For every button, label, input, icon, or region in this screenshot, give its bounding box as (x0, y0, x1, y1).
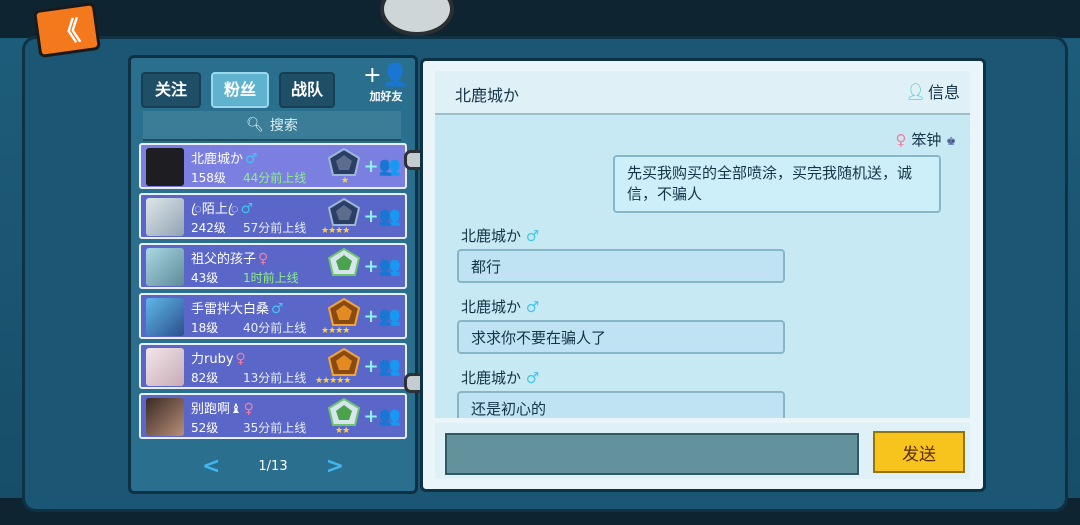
tab-team[interactable]: 战队 (279, 72, 335, 108)
back-button[interactable]: 《 (32, 1, 102, 59)
friend-level: 18级 (191, 321, 219, 335)
rank-badge-icon (327, 398, 361, 426)
rank-badge-icon (327, 298, 361, 326)
add-user-icon[interactable]: +👥 (364, 256, 402, 277)
chat-title: 北鹿城か (455, 86, 520, 105)
chat-header: 北鹿城か 👤︎ 信息 (435, 71, 970, 115)
message-input[interactable] (445, 433, 859, 475)
back-chevron-icon: 《 (52, 15, 83, 50)
chat-message-bubble: 先买我购买的全部喷涂，买完我随机送，诚信，不骗人 (613, 155, 941, 213)
search-input[interactable]: 🔍︎ 搜索 (143, 111, 401, 141)
sender-name: 北鹿城か (461, 227, 522, 245)
chat-input-bar: 发送 (435, 423, 970, 479)
add-user-icon[interactable]: +👥 (364, 156, 402, 177)
message-sender: 北鹿城か ♂ (461, 296, 539, 317)
sender-name: 北鹿城か (461, 369, 522, 387)
friend-name: ꦿ陌上ꦿ (191, 202, 239, 217)
friend-level: 52级 (191, 421, 219, 435)
male-icon: ♂ (525, 369, 540, 387)
sender-name: 北鹿城か (461, 298, 522, 316)
friend-online-status: 35分前上线 (243, 421, 307, 435)
rank-badge-icon (327, 248, 361, 276)
tab-follow[interactable]: 关注 (141, 72, 201, 108)
chat-message-bubble: 都行 (457, 249, 785, 283)
prev-page-arrow-icon[interactable]: < (202, 454, 220, 479)
rank-badge-icon (327, 148, 361, 176)
male-icon: ♂ (240, 201, 254, 217)
friend-online-status: 40分前上线 (243, 321, 307, 335)
rank-badge-icon (327, 348, 361, 376)
avatar (146, 248, 184, 286)
friend-item[interactable]: 力ruby ♀ 82级 13分前上线 ★★★★★ +👥 (139, 343, 407, 389)
friend-item[interactable]: 祖父的孩子 ♀ 43级 1时前上线 +👥 (139, 243, 407, 289)
friend-online-status: 1时前上线 (243, 271, 299, 285)
search-icon: 🔍︎ (246, 117, 264, 133)
friend-level: 82级 (191, 371, 219, 385)
friend-item[interactable]: 手雷拌大白桑 ♂ 18级 40分前上线 ★★★★ +👥 (139, 293, 407, 339)
send-button[interactable]: 发送 (873, 431, 965, 473)
friend-name: 手雷拌大白桑 (191, 302, 270, 317)
rank-stars: ★ (341, 176, 349, 186)
male-icon: ♂ (525, 298, 540, 316)
add-user-icon: +👤 (363, 63, 409, 88)
chat-panel: 北鹿城か 👤︎ 信息 ♀ 笨钟 ♚ 先买我购买的全部喷涂，买完我随机送，诚信，不… (420, 58, 986, 492)
rank-stars: ★★★★★ (315, 376, 351, 386)
sender-name: 笨钟 (911, 131, 942, 149)
add-user-icon[interactable]: +👥 (364, 406, 402, 427)
rank-stars: ★★ (335, 426, 350, 436)
male-icon: ♂ (271, 301, 284, 317)
female-icon: ♀ (258, 251, 269, 267)
avatar (146, 198, 184, 236)
friend-name: 力ruby (191, 352, 234, 367)
male-icon: ♂ (525, 227, 540, 245)
add-user-icon[interactable]: +👥 (364, 306, 402, 327)
friend-item[interactable]: ꦿ陌上ꦿ ♂ 242级 57分前上线 ★★★★ +👥 (139, 193, 407, 239)
search-placeholder: 搜索 (269, 118, 298, 134)
friend-item[interactable]: 别跑啊♝ ♀ 52级 35分前上线 ★★ +👥 (139, 393, 407, 439)
friend-online-status: 57分前上线 (243, 221, 307, 235)
friend-level: 43级 (191, 271, 219, 285)
page-indicator: 1/13 (258, 458, 288, 474)
chat-message-bubble: 还是初心的 (457, 391, 785, 418)
top-bar (0, 0, 1080, 38)
chat-history[interactable]: ♀ 笨钟 ♚ 先买我购买的全部喷涂，买完我随机送，诚信，不骗人 北鹿城か ♂ 都… (435, 115, 970, 418)
avatar (146, 348, 184, 386)
friend-online-status: 44分前上线 (243, 171, 307, 185)
add-friend-label: 加好友 (369, 90, 403, 103)
message-sender: ♀ 笨钟 ♚ (896, 129, 956, 150)
female-icon: ♀ (895, 131, 907, 149)
female-icon: ♀ (243, 401, 254, 417)
add-friend-button[interactable]: +👤 加好友 (363, 64, 409, 110)
add-user-icon[interactable]: +👥 (364, 356, 402, 377)
message-sender: 北鹿城か ♂ (461, 367, 539, 388)
friend-name: 祖父的孩子 (191, 252, 257, 267)
pagination: < 1/13 > (131, 444, 415, 488)
info-button[interactable]: 👤︎ 信息 (906, 79, 960, 103)
rank-stars: ★★★★ (321, 326, 350, 336)
crown-icon: ♚ (946, 135, 956, 148)
avatar (146, 398, 184, 436)
female-icon: ♀ (235, 351, 246, 367)
add-user-icon[interactable]: +👥 (364, 206, 402, 227)
tab-fans[interactable]: 粉丝 (211, 72, 269, 108)
user-info-icon: 👤︎ (905, 81, 926, 101)
rank-badge-icon (327, 198, 361, 226)
friend-name: 北鹿城か (191, 152, 244, 167)
message-sender: 北鹿城か ♂ (461, 225, 539, 246)
friend-item[interactable]: 北鹿城か ♂ 158级 44分前上线 ★ +👥 (139, 143, 407, 189)
friend-level: 158级 (191, 171, 226, 185)
friend-list: 北鹿城か ♂ 158级 44分前上线 ★ +👥 ꦿ陌上ꦿ ♂ 242级 57分前上线… (139, 143, 407, 443)
next-page-arrow-icon[interactable]: > (326, 454, 344, 479)
friend-level: 242级 (191, 221, 226, 235)
friend-name: 别跑啊♝ (191, 402, 242, 417)
male-icon: ♂ (245, 151, 258, 167)
rank-stars: ★★★★ (321, 226, 350, 236)
avatar (146, 148, 184, 186)
avatar (146, 298, 184, 336)
friends-panel: 关注 粉丝 战队 +👤 加好友 🔍︎ 搜索 北鹿城か ♂ 158级 44分前上线 … (128, 55, 418, 494)
chat-message-bubble: 求求你不要在骗人了 (457, 320, 785, 354)
friend-online-status: 13分前上线 (243, 371, 307, 385)
info-label: 信息 (927, 83, 960, 102)
